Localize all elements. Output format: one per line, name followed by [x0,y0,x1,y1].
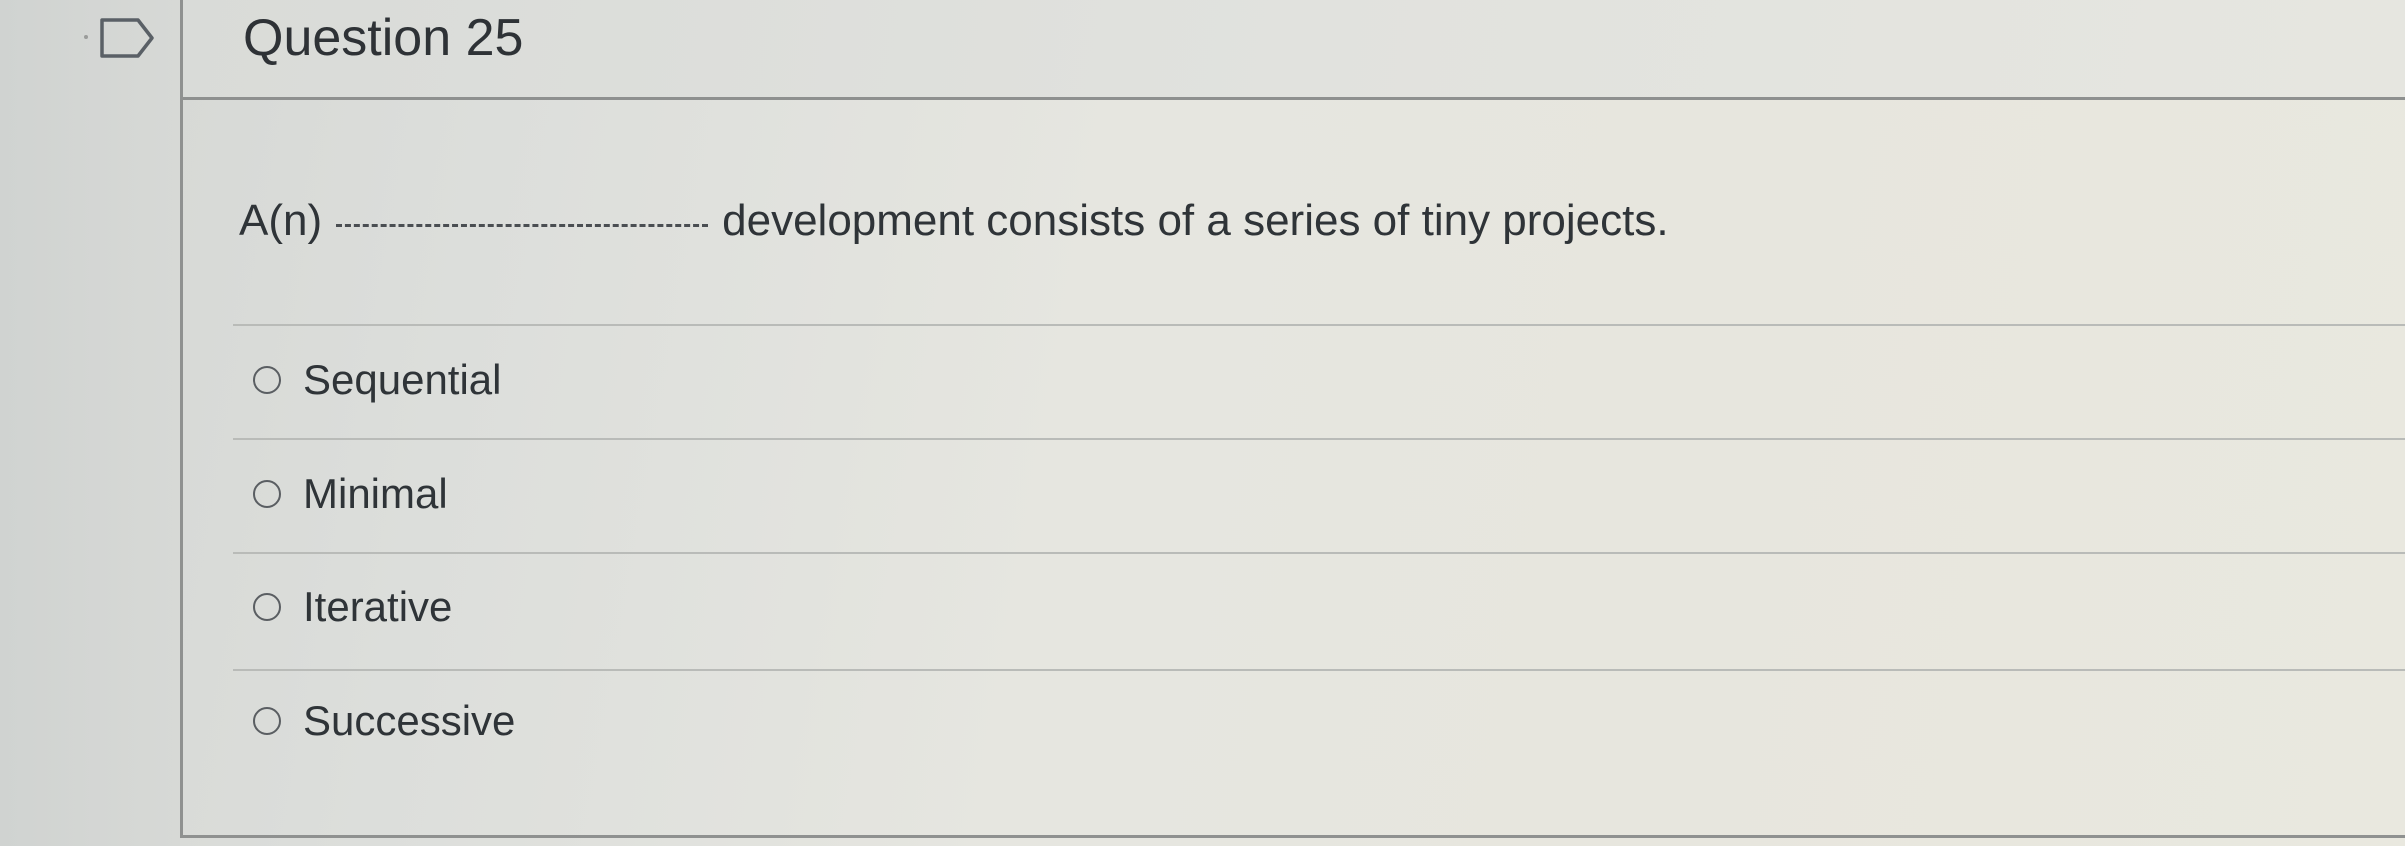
option-iterative[interactable]: Iterative [253,577,452,637]
option-label: Minimal [303,470,448,517]
divider [233,552,2405,554]
option-label: Successive [303,697,516,744]
question-card: Question 25 A(n) development consists of … [180,0,2405,838]
divider [233,669,2405,671]
radio-button[interactable] [253,593,281,621]
option-label: Sequential [303,356,502,403]
prompt-before: A(n) [239,196,323,245]
radio-button[interactable] [253,707,281,735]
question-title: Question 25 [243,9,524,67]
flag-dot [84,35,88,39]
answer-blank [336,224,709,227]
radio-button[interactable] [253,480,281,508]
radio-button[interactable] [253,366,281,394]
question-header: Question 25 [183,0,2405,100]
option-minimal[interactable]: Minimal [253,464,448,524]
question-prompt: A(n) development consists of a series of … [239,196,1669,246]
option-sequential[interactable]: Sequential [253,350,502,410]
left-gutter [0,0,180,846]
option-successive[interactable]: Successive [253,691,515,751]
flag-icon[interactable] [98,16,158,60]
divider [233,324,2405,326]
option-label: Iterative [303,583,453,630]
prompt-after: development consists of a series of tiny… [722,196,1669,245]
quiz-page: Question 25 A(n) development consists of … [0,0,2405,846]
divider [233,438,2405,440]
